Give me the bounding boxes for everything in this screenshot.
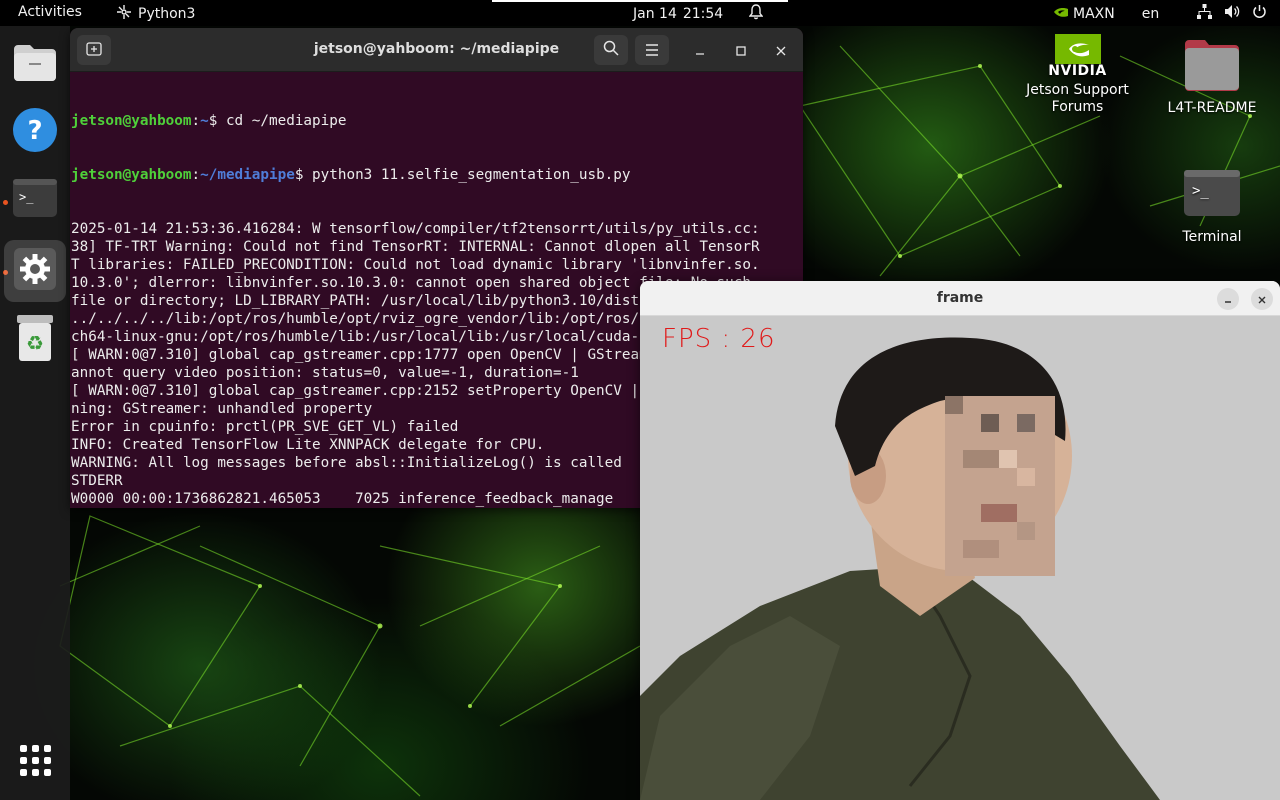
terminal-minimize-button[interactable] [690, 40, 710, 60]
close-icon [776, 41, 786, 60]
app-menu[interactable]: Python3 [116, 4, 195, 24]
desktop-icon-jetson-forums[interactable]: NVIDIA Jetson Support Forums [1020, 34, 1135, 116]
terminal-menu-button[interactable] [635, 35, 669, 65]
show-applications-button[interactable] [11, 736, 59, 784]
dock-terminal[interactable]: >_ [11, 176, 59, 224]
dock-help[interactable]: ? [11, 108, 59, 156]
power-mode-label: MAXN [1073, 5, 1115, 22]
close-icon [1257, 290, 1267, 309]
python-app-icon [116, 4, 132, 24]
prompt-user: jetson@yahboom [71, 167, 192, 183]
desktop-icon-label: Jetson Support [1026, 82, 1129, 98]
system-menu[interactable] [1197, 4, 1267, 23]
trash-icon: ♻ [16, 315, 54, 365]
terminal-output-line: 38] TF-TRT Warning: Could not find Tenso… [71, 239, 760, 255]
prompt-command: python3 11.selfie_segmentation_usb.py [312, 167, 631, 183]
grid-icon [19, 744, 51, 776]
help-icon: ? [12, 107, 58, 157]
terminal-titlebar[interactable]: jetson@yahboom: ~/mediapipe [70, 28, 803, 72]
nvidia-logo-icon: NVIDIA [1020, 34, 1135, 82]
search-icon [603, 40, 619, 60]
terminal-prompt-line: jetson@yahboom:~/mediapipe$ python3 11.s… [71, 167, 631, 183]
svg-text:?: ? [27, 116, 42, 146]
frame-titlebar[interactable]: frame [640, 281, 1280, 316]
dock: ? >_ ♻ [0, 26, 70, 800]
settings-icon [14, 248, 56, 294]
svg-text:>_: >_ [19, 190, 34, 204]
terminal-output-line: T libraries: FAILED_PRECONDITION: Could … [71, 257, 760, 273]
minimize-icon [1223, 290, 1233, 309]
activities-button[interactable]: Activities [18, 4, 82, 20]
terminal-running-dot [3, 200, 8, 205]
keyboard-language-indicator[interactable]: en [1142, 6, 1160, 22]
terminal-icon: >_ [1160, 170, 1264, 218]
clock-button[interactable]: Jan 14 21:54 [633, 4, 764, 24]
hamburger-menu-icon [645, 41, 659, 60]
desktop-icon-label: Forums [1051, 99, 1104, 115]
dock-settings[interactable] [4, 240, 66, 302]
network-wired-icon [1197, 4, 1213, 23]
fps-counter: FPS : 26 [662, 324, 776, 354]
dock-trash[interactable]: ♻ [11, 315, 59, 365]
desktop-icon-terminal[interactable]: >_ Terminal [1160, 170, 1264, 245]
segmented-person-image [640, 337, 1160, 800]
notification-bell-icon [748, 4, 764, 24]
power-icon [1252, 4, 1267, 23]
nvidia-small-icon [1053, 6, 1069, 22]
frame-window[interactable]: frame FPS: 26 [640, 281, 1280, 800]
clock-date: Jan 14 [633, 6, 677, 22]
prompt-path: ~/mediapipe [200, 167, 295, 183]
video-frame-canvas: FPS : 26 [640, 316, 1280, 800]
terminal-maximize-button[interactable] [731, 40, 751, 60]
terminal-icon: >_ [13, 179, 57, 221]
svg-text:♻: ♻ [26, 331, 44, 355]
terminal-output-line: 2025-01-14 21:53:36.416284: W tensorflow… [71, 221, 760, 237]
frame-close-button[interactable] [1251, 288, 1273, 310]
terminal-prompt-line: jetson@yahboom:~$ cd ~/mediapipe [71, 113, 347, 129]
top-bar: Activities Python3 Jan 14 21:54 MAXN en [0, 0, 1280, 26]
frame-minimize-button[interactable] [1217, 288, 1239, 310]
dock-files[interactable] [11, 40, 59, 88]
prompt-path: ~ [200, 113, 209, 129]
desktop-icon-l4t-readme[interactable]: L4T-README [1160, 38, 1264, 116]
power-mode-indicator[interactable]: MAXN [1053, 6, 1115, 22]
svg-text:>_: >_ [1192, 183, 1209, 199]
volume-icon [1224, 4, 1240, 23]
terminal-search-button[interactable] [594, 35, 628, 65]
minimize-icon [695, 41, 705, 60]
clock-time: 21:54 [682, 6, 724, 22]
prompt-command: cd ~/mediapipe [225, 113, 347, 129]
app-menu-label: Python3 [138, 6, 196, 22]
frame-title: frame [936, 290, 984, 306]
folder-icon [1160, 38, 1264, 96]
desktop-icon-label: Terminal [1182, 229, 1242, 245]
prompt-user: jetson@yahboom [71, 113, 192, 129]
screen-recording-indicator [492, 0, 788, 2]
nvidia-brand-text: NVIDIA [1048, 63, 1107, 79]
maximize-icon [736, 41, 746, 60]
terminal-close-button[interactable] [771, 40, 791, 60]
files-icon [12, 41, 58, 87]
desktop-icon-label: L4T-README [1167, 100, 1257, 116]
